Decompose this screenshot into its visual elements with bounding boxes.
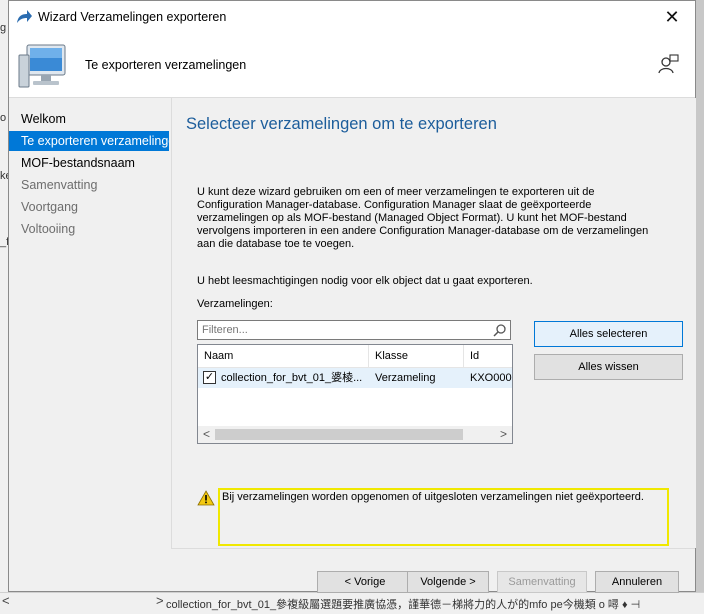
previous-button[interactable]: < Vorige <box>317 571 413 593</box>
permissions-note: U hebt leesmachtigingen nodig voor elk o… <box>197 275 533 287</box>
nav-item-progress: Voortgang <box>21 200 78 214</box>
nav-item-mof-filename[interactable]: MOF-bestandsnaam <box>9 153 169 173</box>
computer-monitor-icon <box>18 44 66 88</box>
wizard-header: Te exporteren verzamelingen <box>9 33 695 98</box>
list-header: Naam Klasse Id <box>198 345 512 368</box>
warning-icon <box>197 490 215 506</box>
background-scroll-right-icon[interactable]: > <box>156 593 164 608</box>
user-help-icon[interactable] <box>657 53 679 75</box>
filter-box <box>197 320 511 340</box>
wizard-arrow-icon <box>17 10 32 23</box>
column-header-id[interactable]: Id <box>464 345 512 367</box>
next-button[interactable]: Volgende > <box>407 571 489 593</box>
close-button[interactable]: ✕ <box>649 1 695 33</box>
filter-input[interactable] <box>202 322 482 338</box>
row-checkbox[interactable]: ✓ <box>203 371 216 384</box>
wizard-step-nav: Welkom Te exporteren verzamelingen MOF-b… <box>9 98 169 591</box>
scrollbar-thumb[interactable] <box>215 429 463 440</box>
nav-item-completion: Voltooiing <box>21 222 76 236</box>
summary-button: Samenvatting <box>497 571 587 593</box>
list-item[interactable]: ✓ collection_for_bvt_01_婆棱... Verzamelin… <box>198 368 512 388</box>
nav-item-collections-to-export[interactable]: Te exporteren verzamelingen <box>9 131 169 151</box>
clear-all-button[interactable]: Alles wissen <box>534 354 683 380</box>
row-class: Verzameling <box>375 372 436 384</box>
column-header-name[interactable]: Naam <box>198 345 369 367</box>
column-header-class[interactable]: Klasse <box>369 345 464 367</box>
header-title: Te exporteren verzamelingen <box>85 58 247 72</box>
window-title: Wizard Verzamelingen exporteren <box>38 10 227 24</box>
warning-text: Bij verzamelingen worden opgenomen of ui… <box>222 491 644 503</box>
select-all-button[interactable]: Alles selecteren <box>534 321 683 347</box>
cancel-button[interactable]: Annuleren <box>595 571 679 593</box>
nav-item-summary: Samenvatting <box>21 178 98 192</box>
warning-highlight-box: Bij verzamelingen worden opgenomen of ui… <box>218 488 669 546</box>
background-fragment: o <box>0 112 7 124</box>
background-fragment: g <box>0 22 7 34</box>
background-scroll-left-icon[interactable]: < <box>2 593 10 608</box>
collections-list: Naam Klasse Id ✓ collection_for_bvt_01_婆… <box>197 344 513 444</box>
page-title: Selecteer verzamelingen om te exporteren <box>186 115 497 133</box>
scroll-right-icon[interactable]: > <box>495 426 512 443</box>
title-bar: Wizard Verzamelingen exporteren ✕ <box>9 1 695 33</box>
search-icon[interactable] <box>493 323 507 337</box>
collections-label: Verzamelingen: <box>197 298 273 310</box>
description-text: U kunt deze wizard gebruiken om een of m… <box>197 186 649 250</box>
background-text: collection_for_bvt_01_參複級屬選題要推廣協憑，謹華德－梯將… <box>166 599 641 611</box>
row-id: KXO0001 <box>470 372 512 384</box>
export-wizard-dialog: Wizard Verzamelingen exporteren ✕ Te exp… <box>8 0 696 593</box>
background-status-row: < > collection_for_bvt_01_參複級屬選題要推廣協憑，謹華… <box>0 592 704 614</box>
scroll-left-icon[interactable]: < <box>198 426 215 443</box>
wizard-footer: < Vorige Volgende > Samenvatting Annuler… <box>171 548 695 593</box>
row-name: collection_for_bvt_01_婆棱... <box>221 372 363 384</box>
horizontal-scrollbar[interactable]: < > <box>198 426 512 443</box>
nav-item-welkom[interactable]: Welkom <box>9 109 169 129</box>
wizard-content: Selecteer verzamelingen om te exporteren… <box>171 98 696 548</box>
